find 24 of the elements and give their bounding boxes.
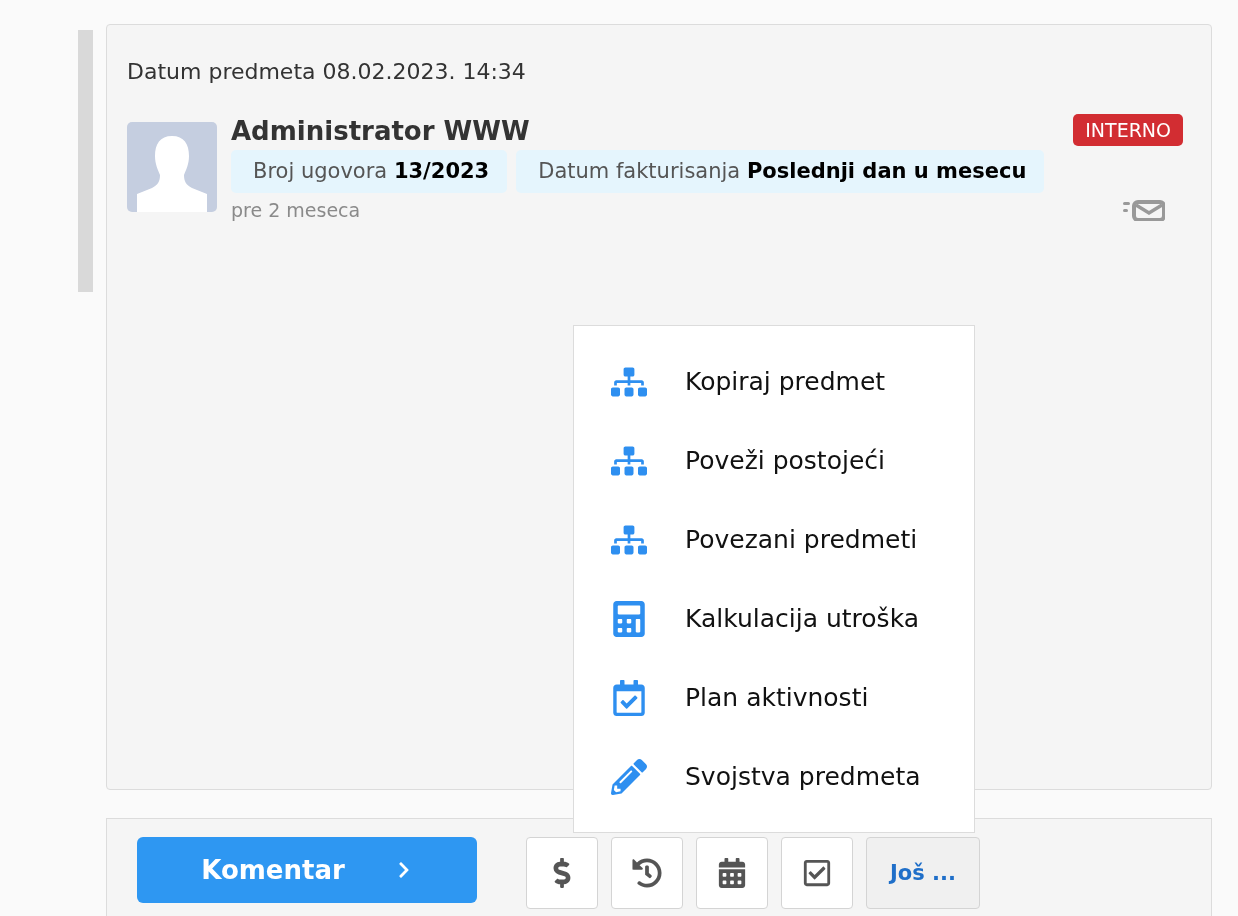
checkbox-icon [802,858,832,888]
menu-item[interactable]: Poveži postojeći [574,421,974,500]
calendar-check-icon [611,679,647,716]
calendar-button[interactable] [696,837,768,909]
menu-item[interactable]: Svojstva predmeta [574,737,974,816]
mail-icon[interactable] [1123,199,1165,221]
checkbox-button[interactable] [781,837,853,909]
info-tag: Datum fakturisanja Poslednji dan u mesecu [516,150,1045,193]
menu-item[interactable]: Povezani predmeti [574,500,974,579]
history-button[interactable] [611,837,683,909]
calendar-icon [717,858,747,888]
more-button[interactable]: Još ... [866,837,980,909]
menu-item[interactable]: Kalkulacija utroška [574,579,974,658]
case-date: Datum predmeta 08.02.2023. 14:34 [127,59,527,84]
pencil-icon [611,758,647,795]
menu-item[interactable]: Kopiraj predmet [574,342,974,421]
author-name: Administrator WWW [231,116,530,146]
menu-item[interactable]: Plan aktivnosti [574,658,974,737]
dollar-button[interactable] [526,837,598,909]
history-icon [632,858,662,888]
info-tag: Broj ugovora 13/2023 [231,150,508,193]
calculator-icon [611,600,647,637]
time-ago: pre 2 meseca [231,199,361,221]
internal-badge: INTERNO [1073,114,1183,146]
